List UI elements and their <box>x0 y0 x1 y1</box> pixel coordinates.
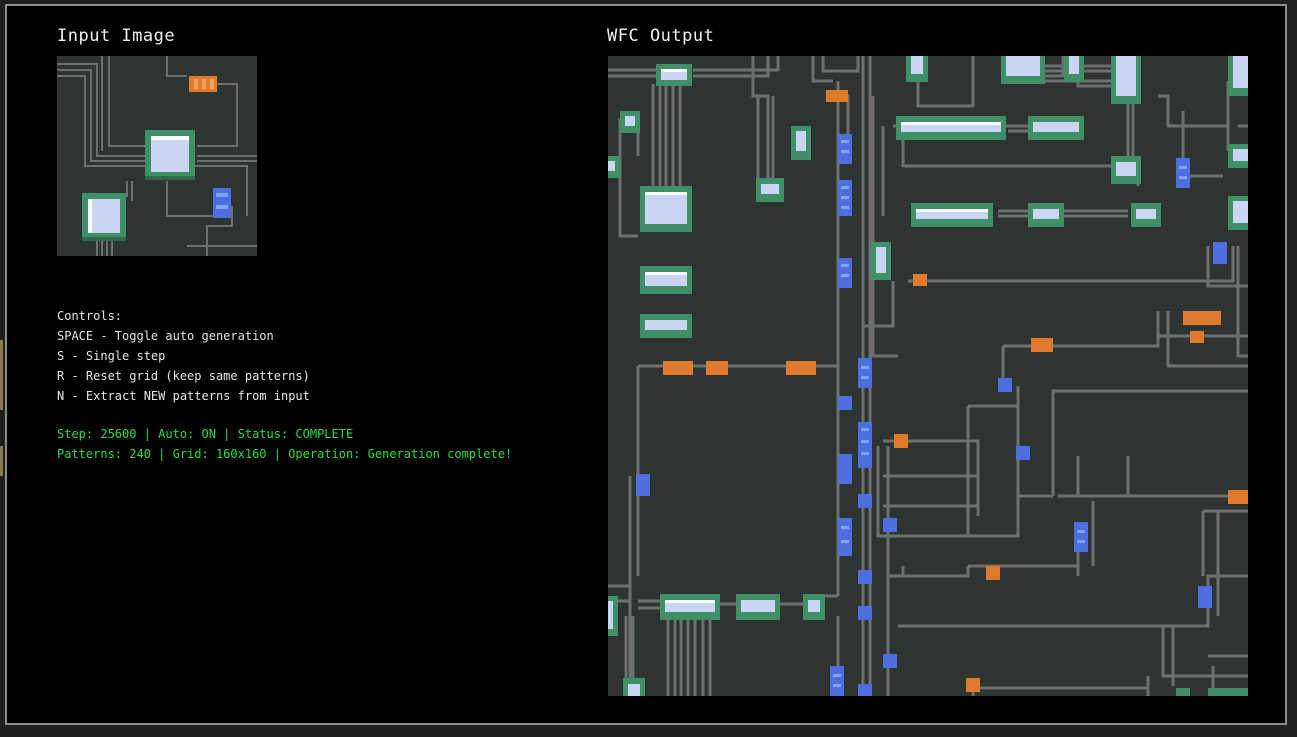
controls-panel: Controls: SPACE - Toggle auto generation… <box>57 306 310 406</box>
control-extract-patterns: N - Extract NEW patterns from input <box>57 389 310 403</box>
input-image-title: Input Image <box>57 26 176 46</box>
status-panel: Step: 25600 | Auto: ON | Status: COMPLET… <box>57 424 512 464</box>
output-image-title: WFC Output <box>607 26 715 46</box>
wfc-window: Input Image WFC Output Controls: SPACE -… <box>5 4 1287 725</box>
window-edge-marks <box>0 340 4 480</box>
control-toggle-auto: SPACE - Toggle auto generation <box>57 329 274 343</box>
control-single-step: S - Single step <box>57 349 166 363</box>
status-line-patterns: Patterns: 240 | Grid: 160x160 | Operatio… <box>57 447 513 461</box>
status-line-step: Step: 25600 | Auto: ON | Status: COMPLET… <box>57 427 354 441</box>
control-reset-grid: R - Reset grid (keep same patterns) <box>57 369 310 383</box>
controls-heading: Controls: <box>57 309 123 323</box>
wfc-output-image <box>608 56 1248 696</box>
input-image <box>57 56 257 256</box>
